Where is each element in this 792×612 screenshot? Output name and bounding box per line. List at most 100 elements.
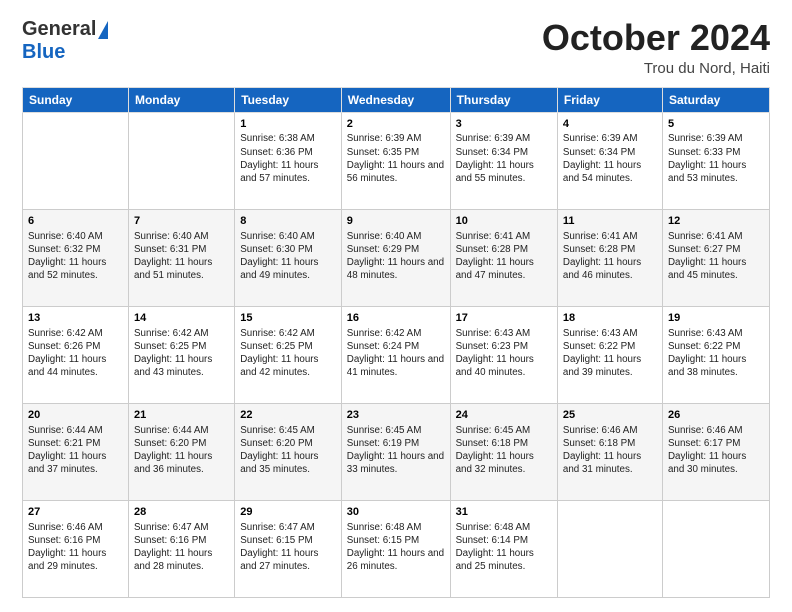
day-info: Sunrise: 6:43 AMSunset: 6:22 PMDaylight:… [563, 327, 657, 380]
day-number: 27 [28, 505, 123, 520]
table-row [662, 500, 769, 597]
day-info: Sunrise: 6:40 AMSunset: 6:31 PMDaylight:… [134, 230, 229, 283]
col-saturday: Saturday [662, 87, 769, 112]
day-number: 13 [28, 311, 123, 326]
day-number: 19 [668, 311, 764, 326]
table-row [128, 112, 234, 209]
month-title: October 2024 [542, 18, 770, 58]
table-row: 1Sunrise: 6:38 AMSunset: 6:36 PMDaylight… [235, 112, 342, 209]
day-info: Sunrise: 6:39 AMSunset: 6:33 PMDaylight:… [668, 132, 764, 185]
day-info: Sunrise: 6:43 AMSunset: 6:23 PMDaylight:… [456, 327, 552, 380]
day-number: 29 [240, 505, 336, 520]
day-number: 16 [347, 311, 445, 326]
table-row: 14Sunrise: 6:42 AMSunset: 6:25 PMDayligh… [128, 306, 234, 403]
day-number: 3 [456, 117, 552, 132]
table-row: 27Sunrise: 6:46 AMSunset: 6:16 PMDayligh… [23, 500, 129, 597]
day-number: 25 [563, 408, 657, 423]
day-number: 9 [347, 214, 445, 229]
day-info: Sunrise: 6:42 AMSunset: 6:26 PMDaylight:… [28, 327, 123, 380]
day-number: 4 [563, 117, 657, 132]
col-thursday: Thursday [450, 87, 557, 112]
table-row: 12Sunrise: 6:41 AMSunset: 6:27 PMDayligh… [662, 209, 769, 306]
day-info: Sunrise: 6:42 AMSunset: 6:25 PMDaylight:… [134, 327, 229, 380]
table-row: 22Sunrise: 6:45 AMSunset: 6:20 PMDayligh… [235, 403, 342, 500]
day-info: Sunrise: 6:45 AMSunset: 6:19 PMDaylight:… [347, 424, 445, 477]
day-number: 26 [668, 408, 764, 423]
day-info: Sunrise: 6:40 AMSunset: 6:30 PMDaylight:… [240, 230, 336, 283]
day-info: Sunrise: 6:39 AMSunset: 6:34 PMDaylight:… [456, 132, 552, 185]
logo-triangle-icon [98, 21, 108, 39]
day-number: 30 [347, 505, 445, 520]
col-wednesday: Wednesday [341, 87, 450, 112]
day-number: 15 [240, 311, 336, 326]
table-row: 8Sunrise: 6:40 AMSunset: 6:30 PMDaylight… [235, 209, 342, 306]
table-row: 4Sunrise: 6:39 AMSunset: 6:34 PMDaylight… [557, 112, 662, 209]
calendar-week-row: 13Sunrise: 6:42 AMSunset: 6:26 PMDayligh… [23, 306, 770, 403]
day-number: 31 [456, 505, 552, 520]
col-friday: Friday [557, 87, 662, 112]
day-number: 12 [668, 214, 764, 229]
day-number: 5 [668, 117, 764, 132]
day-info: Sunrise: 6:40 AMSunset: 6:29 PMDaylight:… [347, 230, 445, 283]
calendar-week-row: 20Sunrise: 6:44 AMSunset: 6:21 PMDayligh… [23, 403, 770, 500]
day-number: 21 [134, 408, 229, 423]
table-row: 10Sunrise: 6:41 AMSunset: 6:28 PMDayligh… [450, 209, 557, 306]
logo: General Blue [22, 18, 108, 64]
logo-general-text: General [22, 18, 96, 41]
day-number: 8 [240, 214, 336, 229]
table-row: 7Sunrise: 6:40 AMSunset: 6:31 PMDaylight… [128, 209, 234, 306]
table-row: 18Sunrise: 6:43 AMSunset: 6:22 PMDayligh… [557, 306, 662, 403]
day-number: 2 [347, 117, 445, 132]
day-info: Sunrise: 6:46 AMSunset: 6:16 PMDaylight:… [28, 521, 123, 574]
day-info: Sunrise: 6:38 AMSunset: 6:36 PMDaylight:… [240, 132, 336, 185]
day-info: Sunrise: 6:47 AMSunset: 6:15 PMDaylight:… [240, 521, 336, 574]
day-number: 22 [240, 408, 336, 423]
table-row: 17Sunrise: 6:43 AMSunset: 6:23 PMDayligh… [450, 306, 557, 403]
day-info: Sunrise: 6:41 AMSunset: 6:28 PMDaylight:… [456, 230, 552, 283]
day-number: 10 [456, 214, 552, 229]
table-row: 31Sunrise: 6:48 AMSunset: 6:14 PMDayligh… [450, 500, 557, 597]
table-row: 29Sunrise: 6:47 AMSunset: 6:15 PMDayligh… [235, 500, 342, 597]
day-number: 24 [456, 408, 552, 423]
day-number: 17 [456, 311, 552, 326]
table-row: 26Sunrise: 6:46 AMSunset: 6:17 PMDayligh… [662, 403, 769, 500]
page: General Blue October 2024 Trou du Nord, … [0, 0, 792, 612]
day-number: 11 [563, 214, 657, 229]
table-row: 21Sunrise: 6:44 AMSunset: 6:20 PMDayligh… [128, 403, 234, 500]
location: Trou du Nord, Haiti [542, 60, 770, 77]
day-number: 6 [28, 214, 123, 229]
table-row: 2Sunrise: 6:39 AMSunset: 6:35 PMDaylight… [341, 112, 450, 209]
calendar-table: Sunday Monday Tuesday Wednesday Thursday… [22, 87, 770, 598]
table-row [557, 500, 662, 597]
table-row: 20Sunrise: 6:44 AMSunset: 6:21 PMDayligh… [23, 403, 129, 500]
day-info: Sunrise: 6:45 AMSunset: 6:18 PMDaylight:… [456, 424, 552, 477]
calendar-week-row: 27Sunrise: 6:46 AMSunset: 6:16 PMDayligh… [23, 500, 770, 597]
table-row: 11Sunrise: 6:41 AMSunset: 6:28 PMDayligh… [557, 209, 662, 306]
day-info: Sunrise: 6:39 AMSunset: 6:34 PMDaylight:… [563, 132, 657, 185]
table-row: 24Sunrise: 6:45 AMSunset: 6:18 PMDayligh… [450, 403, 557, 500]
calendar-header-row: Sunday Monday Tuesday Wednesday Thursday… [23, 87, 770, 112]
table-row: 30Sunrise: 6:48 AMSunset: 6:15 PMDayligh… [341, 500, 450, 597]
table-row: 5Sunrise: 6:39 AMSunset: 6:33 PMDaylight… [662, 112, 769, 209]
day-info: Sunrise: 6:41 AMSunset: 6:28 PMDaylight:… [563, 230, 657, 283]
col-tuesday: Tuesday [235, 87, 342, 112]
table-row [23, 112, 129, 209]
table-row: 13Sunrise: 6:42 AMSunset: 6:26 PMDayligh… [23, 306, 129, 403]
day-number: 20 [28, 408, 123, 423]
col-monday: Monday [128, 87, 234, 112]
day-info: Sunrise: 6:48 AMSunset: 6:14 PMDaylight:… [456, 521, 552, 574]
day-info: Sunrise: 6:39 AMSunset: 6:35 PMDaylight:… [347, 132, 445, 185]
day-number: 1 [240, 117, 336, 132]
day-info: Sunrise: 6:42 AMSunset: 6:25 PMDaylight:… [240, 327, 336, 380]
day-number: 7 [134, 214, 229, 229]
day-number: 14 [134, 311, 229, 326]
header: General Blue October 2024 Trou du Nord, … [22, 18, 770, 77]
table-row: 3Sunrise: 6:39 AMSunset: 6:34 PMDaylight… [450, 112, 557, 209]
day-info: Sunrise: 6:46 AMSunset: 6:17 PMDaylight:… [668, 424, 764, 477]
day-info: Sunrise: 6:48 AMSunset: 6:15 PMDaylight:… [347, 521, 445, 574]
day-info: Sunrise: 6:44 AMSunset: 6:20 PMDaylight:… [134, 424, 229, 477]
day-info: Sunrise: 6:44 AMSunset: 6:21 PMDaylight:… [28, 424, 123, 477]
day-number: 18 [563, 311, 657, 326]
calendar-week-row: 6Sunrise: 6:40 AMSunset: 6:32 PMDaylight… [23, 209, 770, 306]
table-row: 15Sunrise: 6:42 AMSunset: 6:25 PMDayligh… [235, 306, 342, 403]
